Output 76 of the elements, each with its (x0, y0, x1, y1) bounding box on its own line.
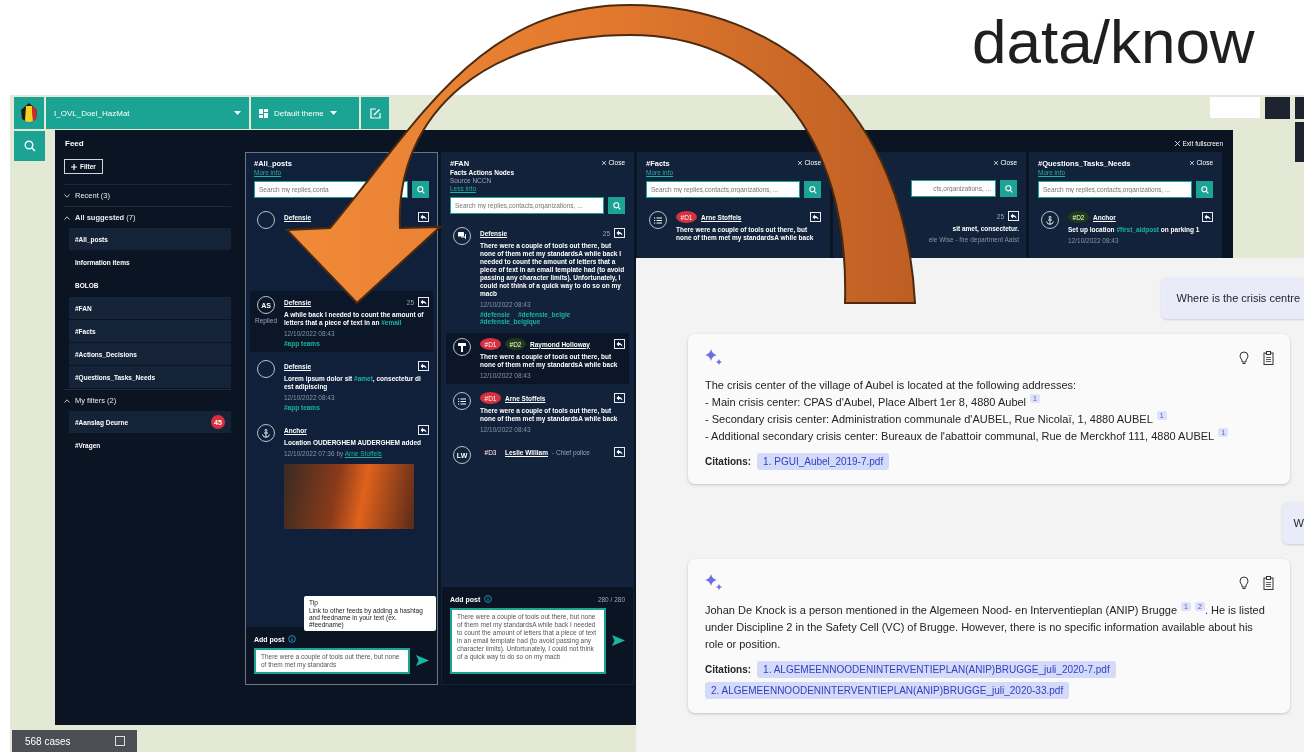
citation-link[interactable]: 2. ALGEMEENNOODENINTERVENTIEPLAN(ANIP)BRUGGE_juli_2020-33.pdf (705, 682, 1070, 699)
reply-icon (616, 341, 623, 347)
anchor-icon (262, 428, 270, 438)
grid-icon (259, 108, 268, 118)
reply-button[interactable] (418, 297, 429, 307)
close-icon (602, 160, 607, 165)
caret-icon (234, 111, 241, 115)
citations-label: Citations: (705, 664, 752, 675)
caret-icon (329, 111, 337, 115)
feed-title: Feed (65, 139, 84, 148)
search-icon (808, 185, 817, 194)
citation-link[interactable]: 1. PGUI_Aubel_2019-7.pdf (757, 453, 890, 470)
slide-title: data/know (972, 6, 1255, 78)
user-message: Where is the crisis centre (1160, 277, 1304, 319)
list-icon (458, 397, 466, 405)
info-icon[interactable] (288, 635, 297, 643)
reply-button[interactable] (614, 228, 625, 238)
reply-icon (420, 299, 427, 305)
search-icon (1200, 185, 1209, 194)
search-button[interactable] (804, 181, 821, 198)
user-message: W (1281, 502, 1304, 544)
lightbulb-icon[interactable] (1239, 351, 1249, 365)
anchor-icon (1046, 215, 1054, 225)
reply-icon (616, 230, 623, 236)
send-button[interactable] (416, 653, 429, 669)
close-icon (994, 160, 999, 165)
citations-label: Citations: (705, 456, 752, 467)
checkbox[interactable] (115, 736, 125, 746)
clipboard-icon[interactable] (1263, 576, 1274, 590)
clipboard-icon[interactable] (1263, 351, 1274, 365)
close-icon (1190, 160, 1195, 165)
search-button[interactable] (1000, 180, 1017, 197)
reply-icon (420, 363, 427, 369)
sparkle-icon (705, 349, 723, 367)
reply-button[interactable] (1008, 211, 1019, 221)
send-icon (416, 654, 429, 666)
cases-count: 568 cases (25, 735, 71, 747)
reply-button[interactable] (418, 425, 429, 435)
chat-bubbles-icon (457, 232, 467, 240)
close-icon (798, 160, 803, 165)
info-icon[interactable] (484, 595, 493, 603)
reply-icon (1204, 214, 1211, 220)
reply-button[interactable] (418, 361, 429, 371)
edit-icon (369, 107, 381, 119)
answer-text: Johan De Knock is a person mentioned in the Algemeen Nood- en Interventieplan (ANIP) Brugge $^{1}$ $^{2}$ . He is listed under Discipline 2 in the Safety Cell (VC) of Brugge. However, there is no specific information available about his role or position. (705, 602, 1266, 652)
lightbulb-icon[interactable] (1239, 576, 1249, 590)
plus-icon (71, 163, 77, 170)
reply-icon (616, 395, 623, 401)
reply-button[interactable] (1202, 212, 1213, 222)
send-icon (612, 634, 625, 646)
search-icon (612, 201, 621, 210)
reply-button[interactable] (614, 447, 625, 457)
reply-button[interactable] (418, 212, 429, 222)
reply-icon (1010, 213, 1017, 219)
answer-text: The crisis center of the village of Aubel is located at the following addresses: - Main crisis center: CPAS d'Aubel, Place Albert 1er 8, 4880 Aubel $^{1}$ - Secondary crisis center: Administration communale d'AUBEL, Rue Nicolaï, 1, 4880 AUBEL $^{1}$ - Additional secondary crisis center: Bureaux de l'abattoir communal, Rue de Merckhof 111, 4880 AUBEL $^{1}$ (705, 377, 1274, 445)
search-button[interactable] (608, 197, 625, 214)
shield-logo-icon (19, 102, 39, 124)
list-icon (654, 216, 662, 224)
close-icon (1174, 141, 1180, 146)
search-icon (23, 140, 36, 152)
reply-button[interactable] (810, 212, 821, 222)
reply-icon (616, 449, 623, 455)
send-button[interactable] (612, 633, 625, 649)
citation-link[interactable]: 1. ALGEMEENNOODENINTERVENTIEPLAN(ANIP)BRUGGE_juli_2020-7.pdf (757, 661, 1116, 678)
reply-button[interactable] (614, 393, 625, 403)
logo-button[interactable] (14, 97, 44, 129)
reply-icon (420, 214, 427, 220)
search-icon (1004, 184, 1013, 193)
hammer-icon (458, 342, 466, 352)
reply-icon (812, 214, 819, 220)
search-icon (416, 185, 425, 194)
reply-button[interactable] (614, 339, 625, 349)
reply-icon (420, 427, 427, 433)
search-button[interactable] (412, 181, 429, 198)
sparkle-icon (705, 574, 723, 592)
search-button[interactable] (1196, 181, 1213, 198)
